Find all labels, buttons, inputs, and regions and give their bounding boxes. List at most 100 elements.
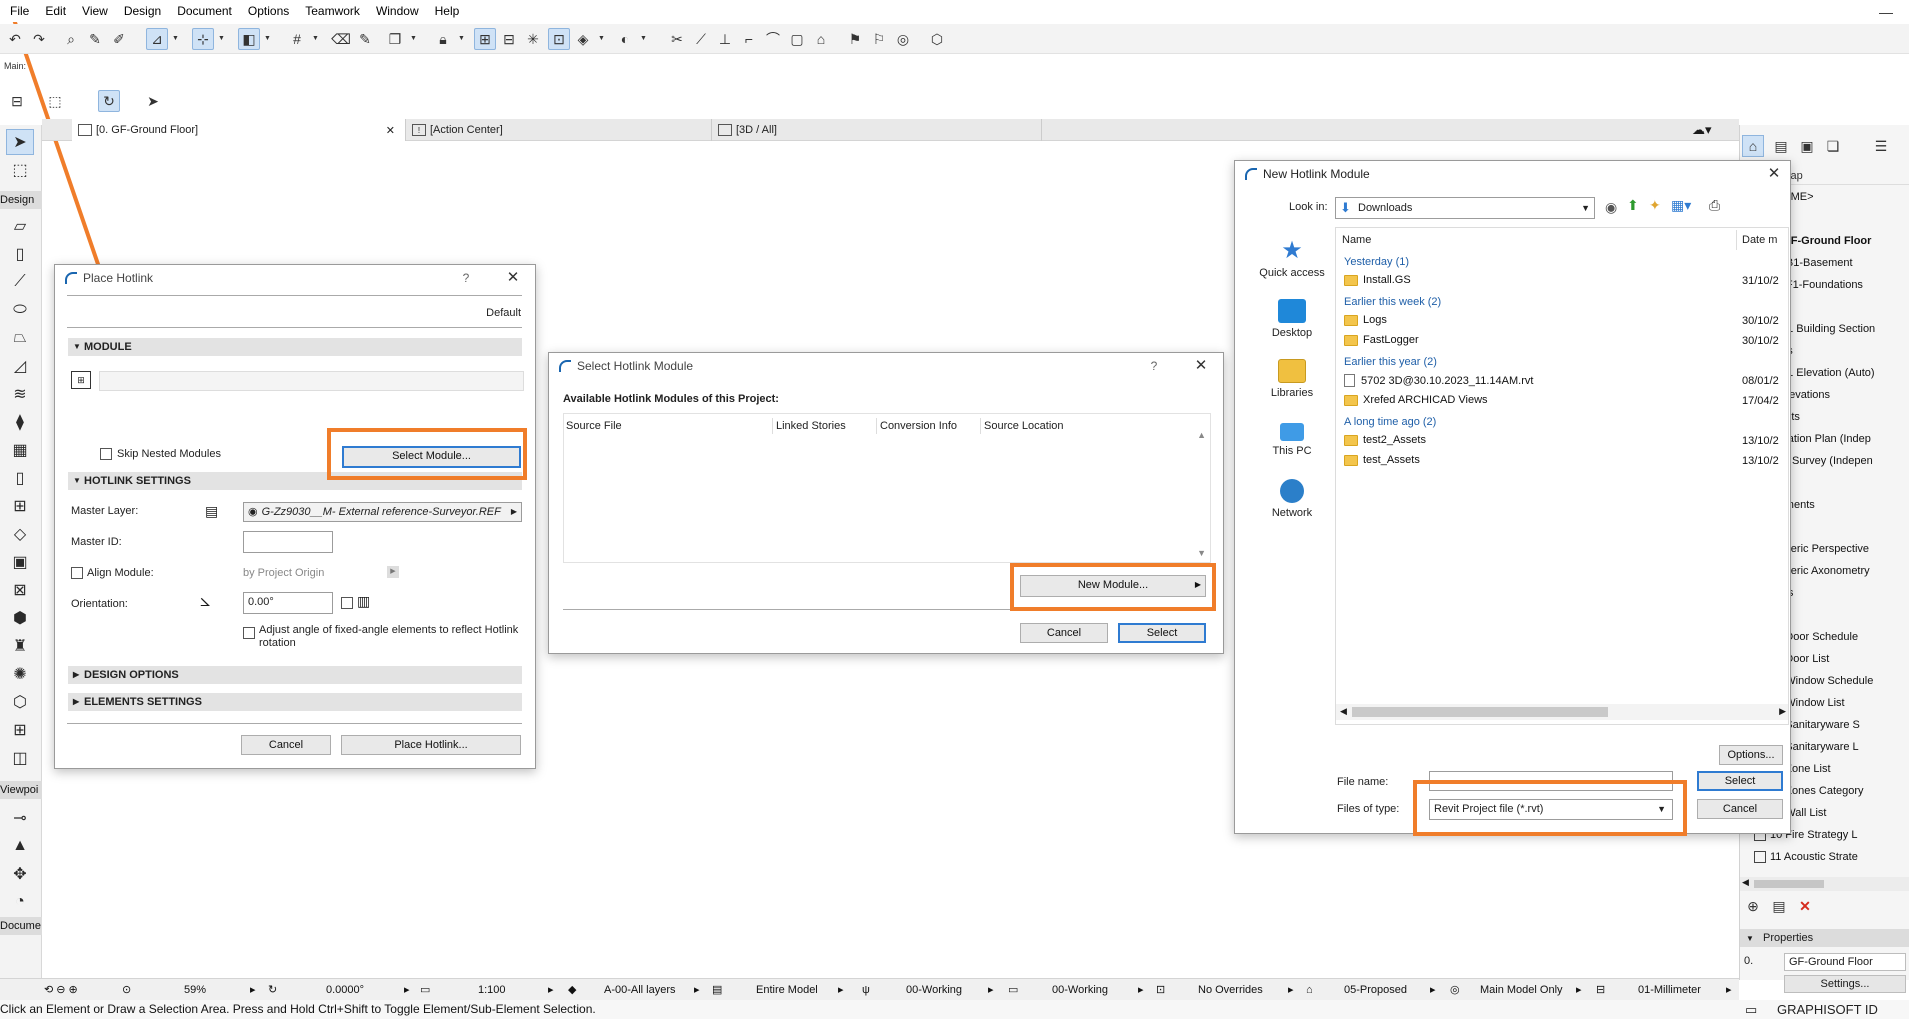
chevron-right-icon[interactable]: ▸ [548,982,554,998]
chevron-right-icon[interactable]: ▸ [988,982,994,998]
grid-snap-icon[interactable]: # [286,28,308,50]
tab-ground-floor[interactable]: [0. GF-Ground Floor] ✕ [72,119,406,141]
scissors-icon[interactable]: ✂ [666,28,688,50]
suspend-groups-icon[interactable]: ⊞ [474,28,496,50]
settings-icon[interactable]: ▤ [1768,895,1790,917]
menu-help[interactable]: Help [427,0,468,22]
properties-name-field[interactable]: GF-Ground Floor [1784,953,1906,971]
align-module-checkbox[interactable] [71,567,83,579]
chevron-down-icon[interactable]: ▼ [458,35,465,42]
skip-nested-checkbox[interactable] [100,448,112,460]
transform-icon[interactable]: ◈ [572,28,594,50]
arrow-selection-icon[interactable]: ➤ [6,129,34,155]
chevron-right-icon[interactable]: ▸ [250,982,256,998]
lamp-tool-icon[interactable]: ✺ [6,661,34,687]
quick-access[interactable]: ★ Quick access [1257,239,1327,280]
railing-tool-icon[interactable]: ♜ [6,633,34,659]
design-option-value[interactable]: Main Model Only [1480,982,1563,998]
structure-value[interactable]: Entire Model [756,982,818,998]
options-button[interactable]: Options... [1719,745,1783,765]
chevron-down-icon[interactable]: ▼ [598,35,605,42]
menu-icon[interactable]: ☰ [1870,135,1892,157]
file-list-item[interactable]: FastLogger [1344,334,1419,346]
graphisoft-id[interactable]: ▭ GRAPHISOFT ID [1739,1000,1909,1019]
select-button[interactable]: Select [1118,623,1206,643]
file-group-header[interactable]: A long time ago (2) [1344,416,1436,428]
zoom-icons[interactable]: ⟲ ⊖ ⊕ [44,982,78,998]
file-group-header[interactable]: Yesterday (1) [1344,256,1409,268]
back-icon[interactable]: ◉ [1605,199,1617,216]
chevron-down-icon[interactable]: ▼ [172,35,179,42]
file-list-item[interactable]: Install.GS [1344,274,1411,286]
design-options-header[interactable]: ▶ DESIGN OPTIONS [68,666,522,684]
file-list-item[interactable]: Logs [1344,314,1387,326]
zone-tool-icon[interactable]: ⊠ [6,577,34,603]
marquee-select-icon[interactable]: ⬚ [6,157,34,183]
horizontal-scrollbar[interactable]: ◀ [1740,877,1909,891]
rotate-icon[interactable]: ↻ [98,90,120,112]
module-section-header[interactable]: ▼ MODULE [68,338,522,356]
close-icon[interactable]: ✕ [1764,165,1784,183]
grouping-icon[interactable]: ⊡ [548,28,570,50]
camera-tool-icon[interactable]: ✥ [6,861,34,887]
inject-icon[interactable]: ✐ [108,28,130,50]
close-icon[interactable]: ✕ [503,269,523,287]
mesh-tool-icon[interactable]: ≋ [6,381,34,407]
chevron-right-icon[interactable]: ▸ [1288,982,1294,998]
up-folder-icon[interactable]: ⬆ [1627,197,1639,214]
cancel-button[interactable]: Cancel [1020,623,1108,643]
place-hotlink-button[interactable]: Place Hotlink... [341,735,521,755]
fillet-icon[interactable]: ⌒ [762,28,784,50]
snap-guides-icon[interactable]: ⊹ [192,28,214,50]
column-linked-stories[interactable]: Linked Stories [776,420,846,432]
bounding-icon[interactable]: ◎ [892,28,914,50]
chevron-down-icon[interactable]: ▼ [640,35,647,42]
file-list-item[interactable]: test2_Assets [1344,434,1426,446]
roof-tool-icon[interactable]: ⏢ [6,325,34,351]
pen-set-value[interactable]: 00-Working [906,982,962,998]
menu-edit[interactable]: Edit [37,0,74,22]
cancel-button[interactable]: Cancel [241,735,331,755]
file-group-header[interactable]: Earlier this week (2) [1344,296,1441,308]
help-icon[interactable]: ? [1145,357,1163,375]
door-tool-icon[interactable]: ▯ [6,465,34,491]
preview-icon[interactable]: ⎙ [1709,197,1720,214]
menu-design[interactable]: Design [116,0,169,22]
tab-3d[interactable]: [3D / All] [712,119,1042,141]
layout-book-icon[interactable]: ▣ [1796,135,1818,157]
scroll-left-icon[interactable]: ◀ [1742,877,1749,888]
settings-button[interactable]: Settings... [1784,975,1906,993]
file-group-header[interactable]: Earlier this year (2) [1344,356,1437,368]
magic-wand-icon[interactable]: ✳ [522,28,544,50]
column-source-location[interactable]: Source Location [984,420,1064,432]
fill-icon[interactable]: ◐ [614,28,636,50]
stair-tool-icon[interactable]: ⧫ [6,409,34,435]
marquee-icon[interactable]: ⬚ [44,90,66,112]
pick-up-icon[interactable]: ✎ [84,28,106,50]
master-layer-select[interactable]: ◉ G-Zz9030__M- External reference-Surveyo… [243,502,522,522]
beam-tool-icon[interactable]: ⟋ [6,269,34,295]
column-tool-icon[interactable]: ▯ [6,241,34,267]
chevron-right-icon[interactable]: ▸ [838,982,844,998]
zoom-value[interactable]: 59% [184,982,206,998]
menu-document[interactable]: Document [169,0,240,22]
chevron-right-icon[interactable]: ▸ [1430,982,1436,998]
panel-tool-icon[interactable]: ◫ [6,745,34,771]
cursor-icon[interactable]: ⟋ [690,28,712,50]
mvo-value[interactable]: 00-Working [1052,982,1108,998]
zoom-fit-icon[interactable]: ⊙ [122,982,131,998]
shell-tool-icon[interactable]: ◿ [6,353,34,379]
scroll-up-icon[interactable]: ▲ [1197,430,1206,440]
chevron-right-icon[interactable]: ▸ [694,982,700,998]
menu-window[interactable]: Window [368,0,427,22]
eraser-icon[interactable]: ⌫ [330,28,352,50]
orientation-field[interactable]: 0.00° [243,592,333,614]
explode-icon[interactable]: ▢ [786,28,808,50]
chevron-down-icon[interactable]: ▼ [264,35,271,42]
publisher-icon[interactable]: ❏ [1822,135,1844,157]
view-map-icon[interactable]: ▤ [1770,135,1792,157]
rotation-value[interactable]: 0.0000° [326,982,364,998]
renovation-value[interactable]: 05-Proposed [1344,982,1407,998]
cancel-button[interactable]: Cancel [1697,799,1783,819]
dimension-value[interactable]: 01-Millimeter [1638,982,1701,998]
